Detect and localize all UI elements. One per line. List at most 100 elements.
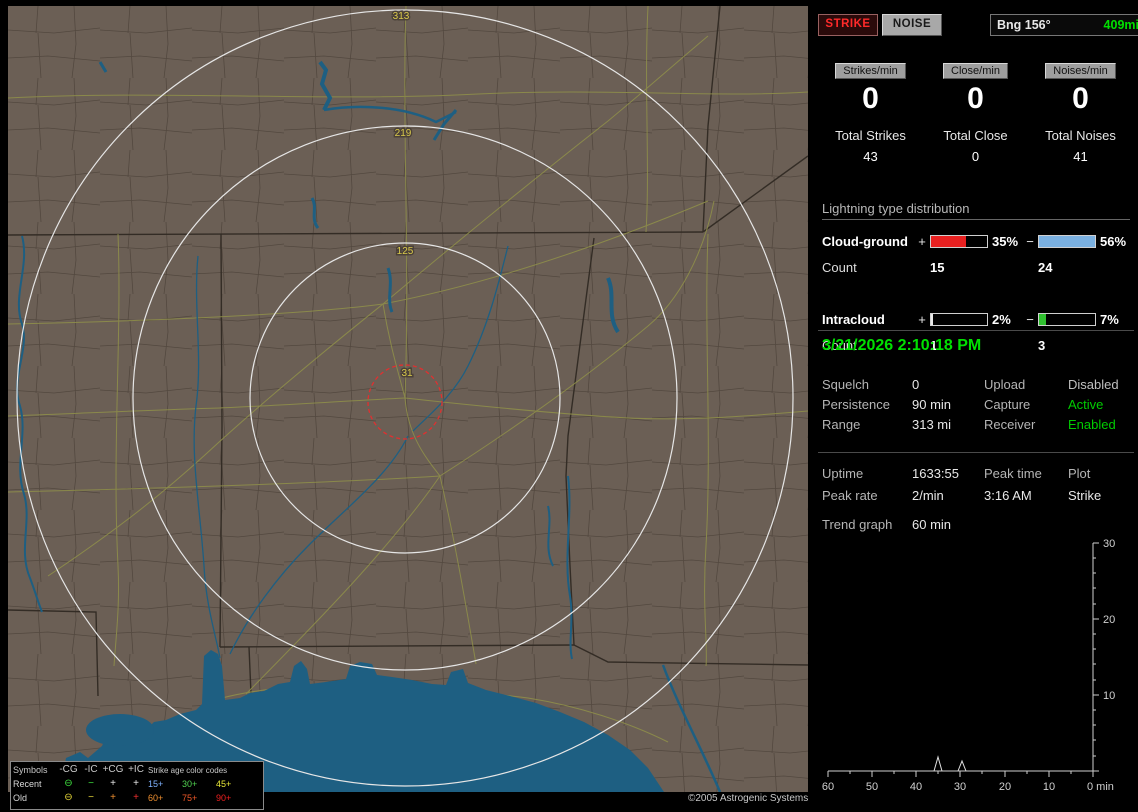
ring-label-313: 313 <box>393 11 410 22</box>
strikes-column: Strikes/min 0 Total Strikes 43 <box>818 62 923 164</box>
persistence-label: Persistence <box>822 396 890 412</box>
strike-legend: Symbols -CG -IC +CG +IC Strike age color… <box>10 761 264 810</box>
legend-col-cg-pos: +CG <box>102 764 124 775</box>
receiver-value: Enabled <box>1068 416 1116 432</box>
cg-plus-percent: 35% <box>992 233 1019 249</box>
uptime-value: 1633:55 <box>912 465 959 481</box>
total-close-label: Total Close <box>943 128 1008 143</box>
age-30: 30+ <box>182 779 198 789</box>
lightning-map: 313 219 125 31 <box>7 5 809 793</box>
total-close-value: 0 <box>971 149 980 164</box>
range-label: Range <box>822 416 861 432</box>
old-ic-neg-icon: − <box>88 792 94 803</box>
capture-label: Capture <box>984 396 1031 412</box>
plot-value: Strike <box>1068 487 1102 503</box>
age-75: 75+ <box>182 793 198 803</box>
total-strikes-value: 43 <box>863 149 878 164</box>
noises-column: Noises/min 0 Total Noises 41 <box>1028 62 1133 164</box>
separator <box>818 452 1134 453</box>
y-tick-30: 30 <box>1103 538 1115 550</box>
close-column: Close/min 0 Total Close 0 <box>923 62 1028 164</box>
range-value: 313 mi <box>912 416 952 432</box>
bearing-readout: Bng 156° 409mi <box>990 14 1138 36</box>
legend-old-label: Old <box>13 793 28 803</box>
ic-minus-percent: 7% <box>1100 311 1119 327</box>
trend-graph: 30 20 10 60 50 40 30 20 10 0 min <box>822 538 1115 793</box>
ic-minus-count: 3 <box>1038 337 1046 353</box>
strike-rate-trace <box>933 755 967 772</box>
legend-col-ic-neg: -IC <box>84 764 98 775</box>
total-noises-label: Total Noises <box>1045 128 1116 143</box>
old-ic-pos-icon: + <box>133 792 139 803</box>
squelch-label: Squelch <box>822 376 869 392</box>
age-90: 90+ <box>216 793 232 803</box>
close-per-min-button[interactable]: Close/min <box>943 63 1008 79</box>
peak-time-value: 3:16 AM <box>984 487 1032 503</box>
close-per-min-value: 0 <box>967 82 984 115</box>
trend-axes <box>827 542 1099 777</box>
cg-plus-count: 15 <box>930 259 945 275</box>
strikes-per-min-button[interactable]: Strikes/min <box>835 63 906 79</box>
x-tick-40: 40 <box>910 781 922 793</box>
rate-counters: Strikes/min 0 Total Strikes 43 Close/min… <box>818 62 1134 164</box>
peak-time-label: Peak time <box>984 465 1042 481</box>
cg-minus-count: 24 <box>1038 259 1053 275</box>
intracloud-label: Intracloud <box>822 311 885 327</box>
legend-col-ic-pos: +IC <box>128 764 144 775</box>
ring-label-31: 31 <box>401 368 413 379</box>
noise-toggle-button[interactable]: NOISE <box>882 14 942 36</box>
plot-label: Plot <box>1068 465 1091 481</box>
y-tick-20: 20 <box>1103 614 1115 626</box>
uptime-label: Uptime <box>822 465 864 481</box>
x-tick-20: 20 <box>999 781 1011 793</box>
upload-label: Upload <box>984 376 1026 392</box>
capture-value: Active <box>1068 396 1104 412</box>
x-tick-50: 50 <box>866 781 878 793</box>
cg-minus-bar <box>1038 234 1096 248</box>
total-noises-value: 41 <box>1073 149 1088 164</box>
peak-rate-value: 2/min <box>912 487 944 503</box>
squelch-value: 0 <box>912 376 920 392</box>
strikes-per-min-value: 0 <box>862 82 879 115</box>
strike-toggle-button[interactable]: STRIKE <box>818 14 878 36</box>
old-cg-pos-icon: + <box>110 792 116 803</box>
toolbar: STRIKE NOISE Bng 156° 409mi <box>818 14 1138 38</box>
ic-minus-bar <box>1038 312 1096 326</box>
old-cg-neg-icon: ⊖ <box>64 792 73 803</box>
noises-per-min-button[interactable]: Noises/min <box>1045 63 1116 79</box>
date-time-display: 3/21/2026 2:10:18 PM <box>822 337 982 354</box>
cg-minus-percent: 56% <box>1100 233 1127 249</box>
trend-graph-value: 60 min <box>912 516 952 532</box>
age-15: 15+ <box>148 779 164 789</box>
peak-rate-label: Peak rate <box>822 487 878 503</box>
cg-plus-sign: + <box>918 233 926 249</box>
x-tick-0-min: 0 min <box>1087 781 1114 793</box>
status-panel: Uptime 1633:55 Peak time Plot Peak rate … <box>822 462 1134 506</box>
ic-plus-sign: + <box>918 311 926 327</box>
legend-recent-label: Recent <box>13 779 42 789</box>
recent-cg-pos-icon: + <box>110 778 116 789</box>
age-60: 60+ <box>148 793 164 803</box>
map-view[interactable]: 313 219 125 31 <box>7 5 809 793</box>
total-strikes-label: Total Strikes <box>835 128 906 143</box>
trend-graph-label: Trend graph <box>822 516 893 532</box>
trend-label-row: Trend graph 60 min <box>822 514 1134 534</box>
recent-ic-pos-icon: + <box>133 778 139 789</box>
receiver-label: Receiver <box>984 416 1036 432</box>
ic-plus-percent: 2% <box>992 311 1011 327</box>
county-lines <box>8 6 808 792</box>
recent-cg-neg-icon: ⊖ <box>64 778 73 789</box>
cg-minus-sign: − <box>1026 233 1034 249</box>
persistence-value: 90 min <box>912 396 952 412</box>
recent-ic-neg-icon: − <box>88 778 94 789</box>
x-tick-60: 60 <box>822 781 834 793</box>
distribution-title: Lightning type distribution <box>822 201 1130 220</box>
settings-panel: Squelch 0 Upload Disabled Persistence 90… <box>822 374 1134 434</box>
copyright-text: ©2005 Astrogenic Systems <box>684 792 813 805</box>
x-tick-30: 30 <box>954 781 966 793</box>
bearing-distance: 409mi <box>1103 18 1138 32</box>
bearing-label: Bng 156° <box>997 18 1051 32</box>
nexstorm-window: { "window": {"copyright": "©2005 Astroge… <box>0 0 1138 812</box>
upload-value: Disabled <box>1068 376 1119 392</box>
separator <box>818 330 1134 331</box>
